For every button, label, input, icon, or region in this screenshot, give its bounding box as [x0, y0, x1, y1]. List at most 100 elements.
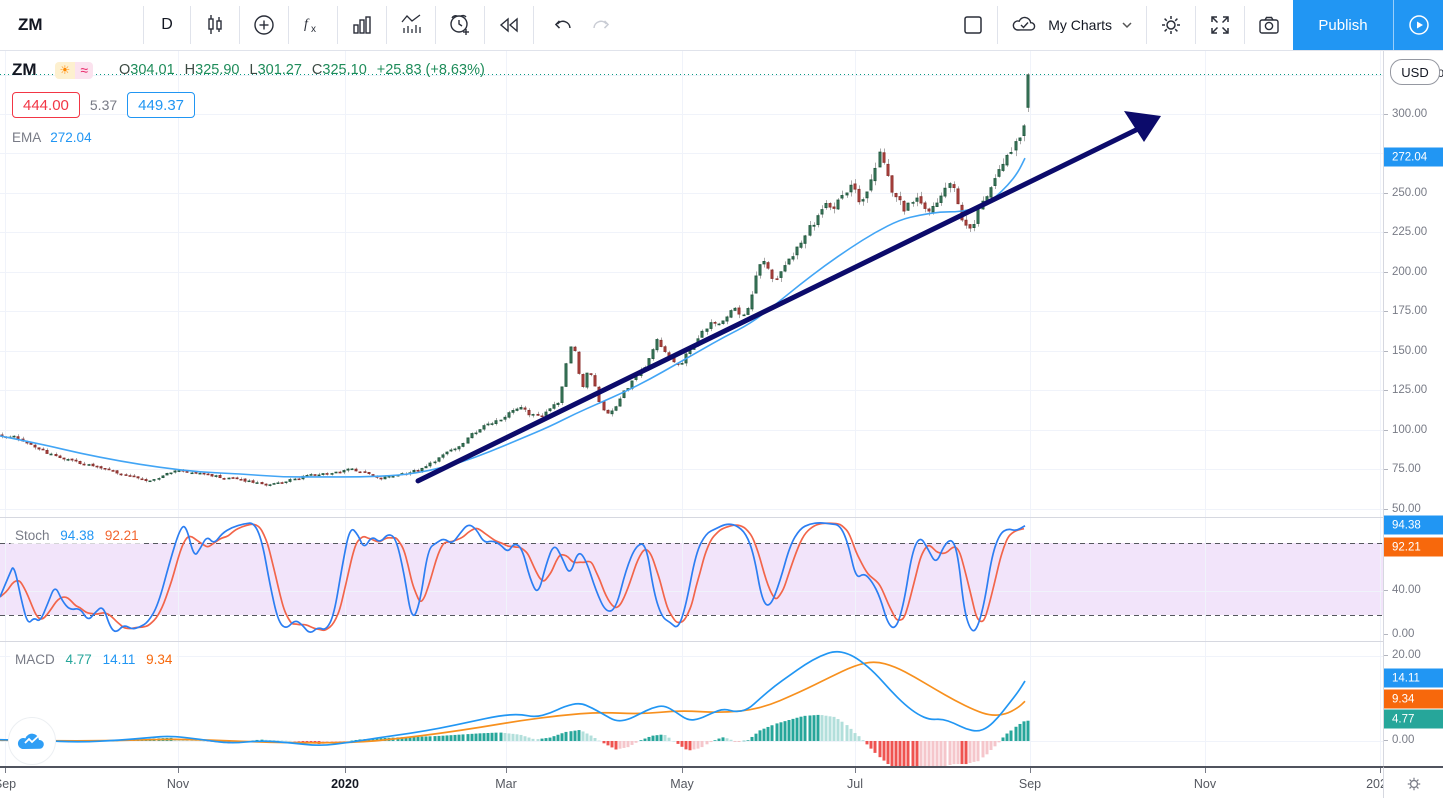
axis-price-label: 150.00: [1384, 345, 1443, 357]
top-toolbar: ZM D f x: [0, 0, 1443, 51]
candlestick-icon: [202, 12, 228, 38]
macd-label: MACD: [15, 652, 55, 667]
macd-hist-value: 4.77: [66, 652, 92, 667]
time-axis[interactable]: Sep Nov 2020 Mar May Jul Sep Nov 2021: [0, 766, 1383, 798]
sell-price-button[interactable]: 444.00: [12, 92, 80, 118]
macd-legend[interactable]: MACD 4.77 14.11 9.34: [10, 651, 177, 668]
time-axis-label: May: [670, 777, 694, 791]
time-tick: [1205, 768, 1206, 773]
time-tick: [682, 768, 683, 773]
line-over-bars-icon: [398, 12, 424, 38]
stoch-legend[interactable]: Stoch 94.38 92.21: [10, 527, 144, 544]
time-axis-label: 2021: [1366, 777, 1383, 791]
axis-price-label: 200.00: [1384, 266, 1443, 278]
fullscreen-button[interactable]: [1196, 0, 1244, 50]
time-tick: [1030, 768, 1031, 773]
play-circle-icon: [1406, 12, 1432, 38]
time-tick: [345, 768, 346, 773]
axis-settings-corner[interactable]: [1383, 766, 1443, 798]
axis-value-badge: 4.77: [1384, 710, 1443, 729]
cloud-chart-icon: [17, 730, 47, 752]
ema-legend[interactable]: EMA 272.04: [12, 130, 485, 145]
rewind-icon: [496, 12, 522, 38]
layout-square-icon: [960, 12, 986, 38]
alarm-clock-plus-icon: [447, 12, 473, 38]
time-axis-label: Mar: [495, 777, 517, 791]
legend-symbol[interactable]: ZM: [12, 60, 37, 80]
time-axis-label: 2020: [331, 777, 359, 791]
axis-price-label: 50.00: [1384, 503, 1443, 515]
time-tick: [506, 768, 507, 773]
axis-price-label: 0.00: [1384, 628, 1443, 640]
buy-price-button[interactable]: 449.37: [127, 92, 195, 118]
replay-button[interactable]: [485, 0, 533, 50]
macd-pane[interactable]: [0, 641, 1383, 767]
axis-value-badge: 9.34: [1384, 690, 1443, 709]
publish-button[interactable]: Publish: [1293, 0, 1393, 50]
macd-chart-canvas[interactable]: [0, 642, 1383, 766]
time-tick: [1380, 768, 1381, 773]
time-tick: [178, 768, 179, 773]
fullscreen-icon: [1207, 12, 1233, 38]
snapshot-button[interactable]: [1245, 0, 1293, 50]
bar-chart-icon: [349, 12, 375, 38]
time-axis-label: Jul: [847, 777, 863, 791]
plus-circle-icon: [251, 12, 277, 38]
time-axis-label: Nov: [167, 777, 189, 791]
axis-value-badge: 94.38: [1384, 516, 1443, 535]
svg-text:f: f: [304, 17, 310, 32]
stochastic-pane[interactable]: [0, 517, 1383, 642]
layout-button[interactable]: [949, 0, 997, 50]
ohlc-values: O304.01 H325.90 L301.27 C325.10 +25.83 (…: [119, 62, 485, 78]
publish-menu-button[interactable]: [1393, 0, 1443, 50]
camera-icon: [1256, 12, 1282, 38]
indicators-button[interactable]: f x: [289, 0, 337, 50]
fx-icon: f x: [300, 12, 326, 38]
overlay-button[interactable]: [387, 0, 435, 50]
time-tick: [5, 768, 6, 773]
compare-add-button[interactable]: [240, 0, 288, 50]
axis-price-label: 300.00: [1384, 108, 1443, 120]
interval-button[interactable]: D: [144, 0, 190, 50]
market-open-icon: ☀: [55, 62, 76, 79]
cloud-check-icon: [1010, 12, 1040, 38]
axis-price-label: 20.00: [1384, 649, 1443, 661]
symbol-button[interactable]: ZM: [0, 0, 143, 50]
axis-price-label: 0.00: [1384, 734, 1443, 746]
axis-price-label: 40.00: [1384, 584, 1443, 596]
time-tick: [855, 768, 856, 773]
stoch-k-value: 94.38: [60, 528, 94, 543]
my-charts-label: My Charts: [1048, 17, 1112, 33]
axis-price-label: 100.00: [1384, 424, 1443, 436]
time-axis-label: Sep: [1019, 777, 1041, 791]
tradingview-cloud-logo[interactable]: [8, 717, 56, 765]
stoch-d-value: 92.21: [105, 528, 139, 543]
ema-label: EMA: [12, 130, 41, 145]
chart-style-button[interactable]: [191, 0, 239, 50]
main-legend: ZM ☀ ≈ O304.01 H325.90 L301.27 C325.10 +…: [12, 60, 485, 145]
axis-price-label: 75.00: [1384, 463, 1443, 475]
time-axis-label: Sep: [0, 777, 16, 791]
redo-icon[interactable]: [589, 13, 613, 37]
undo-icon[interactable]: [551, 13, 575, 37]
axis-price-label: 175.00: [1384, 305, 1443, 317]
axis-price-label: 225.00: [1384, 226, 1443, 238]
settings-button[interactable]: [1147, 0, 1195, 50]
axis-value-badge: 92.21: [1384, 538, 1443, 557]
currency-toggle[interactable]: USD: [1390, 59, 1440, 85]
time-axis-label: Nov: [1194, 777, 1216, 791]
axis-price-label: 250.00: [1384, 187, 1443, 199]
chart-application: ZM D f x: [0, 0, 1443, 798]
my-charts-button[interactable]: My Charts: [998, 0, 1146, 50]
spread-value: 5.37: [90, 97, 117, 113]
small-gear-icon: [1405, 775, 1423, 793]
stoch-label: Stoch: [15, 528, 50, 543]
gear-icon: [1158, 12, 1184, 38]
change-value: +25.83 (+8.63%): [377, 62, 485, 78]
stochastic-chart-canvas[interactable]: [0, 518, 1383, 641]
macd-line-value: 14.11: [103, 652, 136, 667]
price-axis[interactable]: 325.10 USD 300.00272.04250.00225.00200.0…: [1383, 50, 1443, 766]
axis-value-badge: 14.11: [1384, 669, 1443, 688]
alert-button[interactable]: [436, 0, 484, 50]
templates-button[interactable]: [338, 0, 386, 50]
